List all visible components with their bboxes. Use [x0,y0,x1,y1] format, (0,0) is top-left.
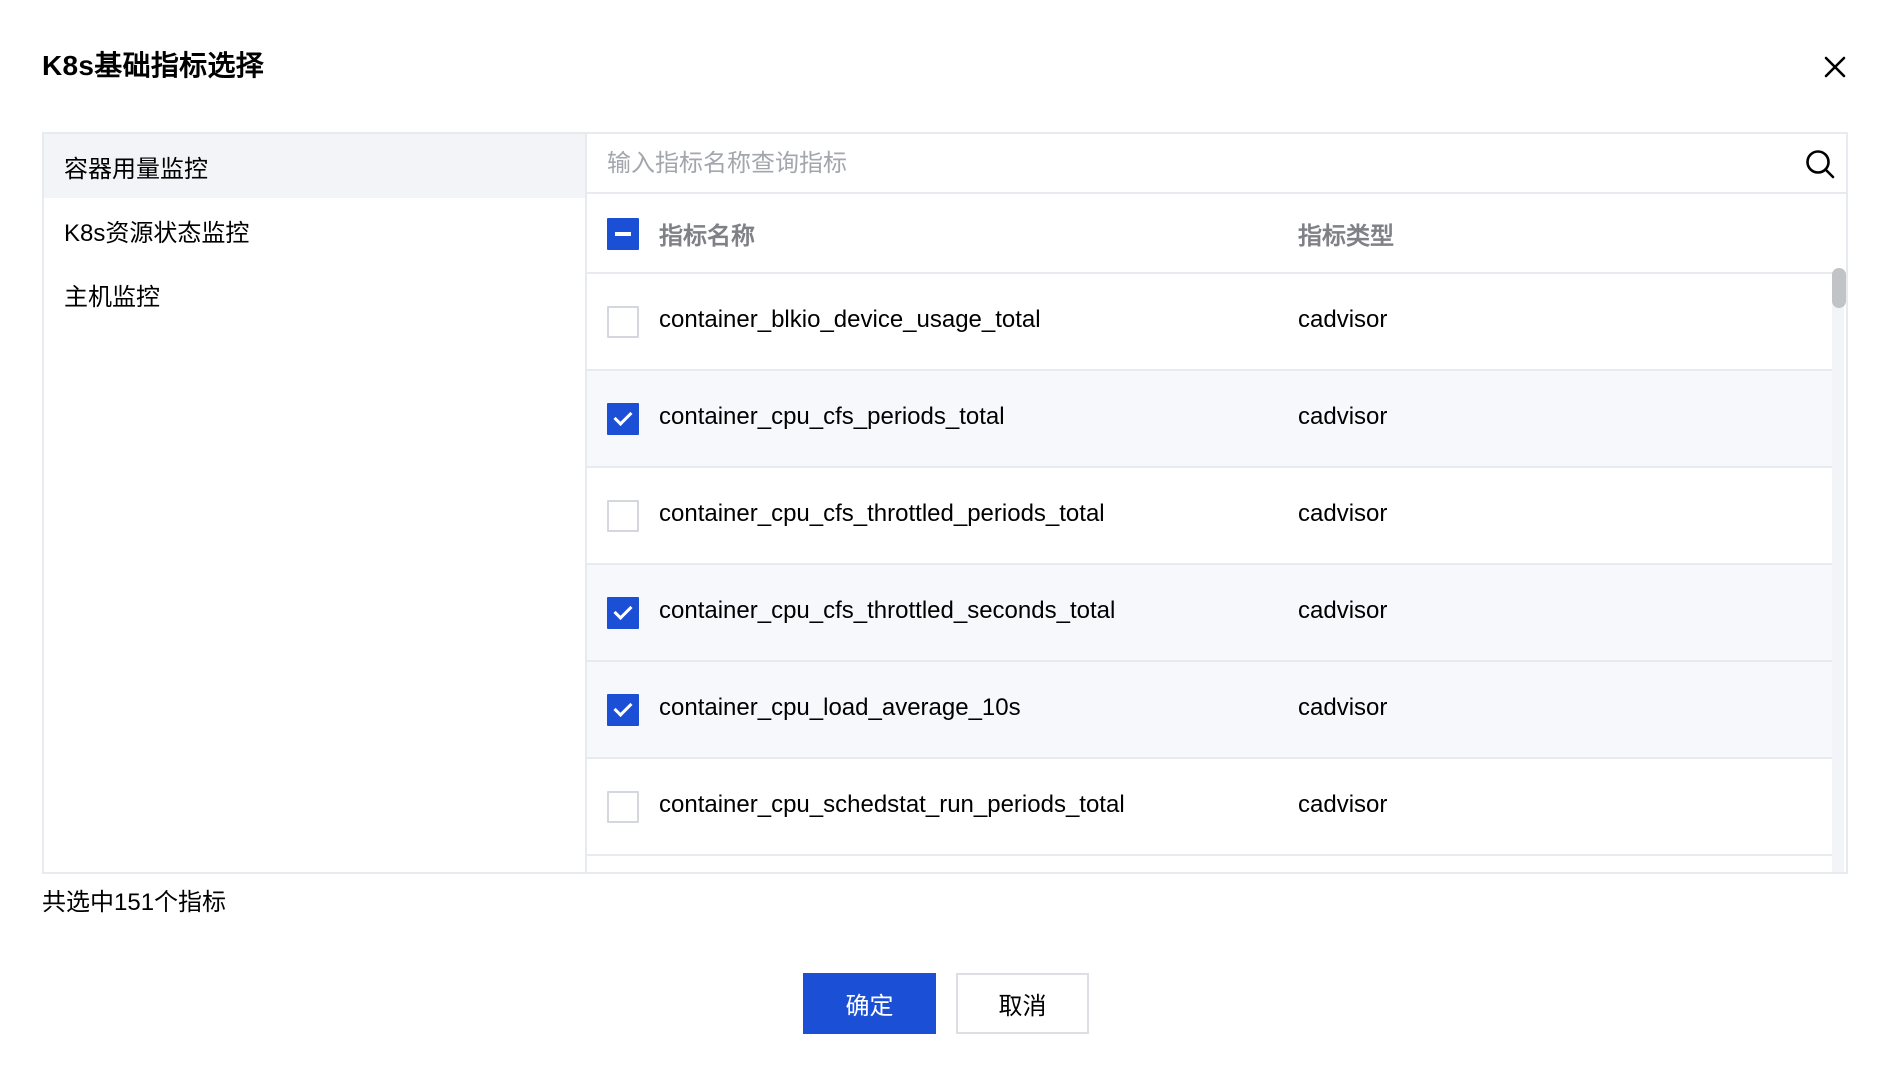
metric-type-cell: cadvisor [1298,791,1388,818]
table-header: 指标名称 指标类型 [587,194,1846,274]
search-bar [587,134,1846,194]
row-checkbox[interactable] [607,306,639,338]
table-scrollbar-thumb[interactable] [1832,268,1846,308]
category-item-host-monitoring[interactable]: 主机监控 [44,262,585,326]
metric-name-cell: container_cpu_schedstat_run_periods_tota… [659,791,1125,818]
table-row[interactable]: container_cpu_cfs_periods_total cadvisor [587,371,1832,468]
metric-type-cell: cadvisor [1298,694,1388,721]
row-checkbox[interactable] [607,791,639,823]
search-icon[interactable] [1804,148,1836,180]
search-input[interactable] [605,142,1759,186]
metric-type-cell: cadvisor [1298,500,1388,527]
metric-pane: 指标名称 指标类型 container_blkio_device_usage_t… [587,134,1846,872]
table-row[interactable]: container_cpu_cfs_throttled_seconds_tota… [587,565,1832,662]
metric-type-cell: cadvisor [1298,306,1388,333]
category-item-label: K8s资源状态监控 [64,219,250,247]
close-icon [1824,56,1846,78]
metric-type-cell: cadvisor [1298,597,1388,624]
cancel-button[interactable]: 取消 [956,973,1089,1034]
metric-name-cell: container_cpu_load_average_10s [659,694,1021,721]
metric-name-cell: container_cpu_cfs_periods_total [659,403,1005,430]
row-checkbox[interactable] [607,597,639,629]
category-list: 容器用量监控 K8s资源状态监控 主机监控 [44,134,587,872]
table-row[interactable]: container_cpu_load_average_10s cadvisor [587,662,1832,759]
row-checkbox[interactable] [607,694,639,726]
select-all-checkbox[interactable] [607,218,639,250]
row-checkbox[interactable] [607,403,639,435]
metric-name-cell: container_cpu_cfs_throttled_seconds_tota… [659,597,1116,624]
row-checkbox[interactable] [607,500,639,532]
category-item-label: 主机监控 [64,283,160,311]
column-header-metric-name: 指标名称 [659,223,755,250]
dialog-title: K8s基础指标选择 [42,50,265,81]
metric-name-cell: container_blkio_device_usage_total [659,306,1041,333]
selected-count-summary: 共选中151个指标 [42,889,227,916]
column-header-metric-type: 指标类型 [1298,223,1394,250]
metric-type-cell: cadvisor [1298,403,1388,430]
table-scrollbar-track[interactable] [1832,274,1844,872]
metric-selection-panel: 容器用量监控 K8s资源状态监控 主机监控 指标名称 指标类型 containe… [42,132,1848,874]
category-item-label: 容器用量监控 [64,155,208,183]
category-item-k8s-resource-status[interactable]: K8s资源状态监控 [44,198,585,262]
close-button[interactable] [1818,50,1852,84]
table-row[interactable]: container_cpu_cfs_throttled_periods_tota… [587,468,1832,565]
table-row[interactable]: container_blkio_device_usage_total cadvi… [587,274,1832,371]
confirm-button[interactable]: 确定 [803,973,936,1034]
table-row[interactable]: container_cpu_schedstat_run_periods_tota… [587,759,1832,856]
metric-name-cell: container_cpu_cfs_throttled_periods_tota… [659,500,1105,527]
table-body: container_blkio_device_usage_total cadvi… [587,274,1832,872]
category-item-container-usage[interactable]: 容器用量监控 [44,134,585,198]
